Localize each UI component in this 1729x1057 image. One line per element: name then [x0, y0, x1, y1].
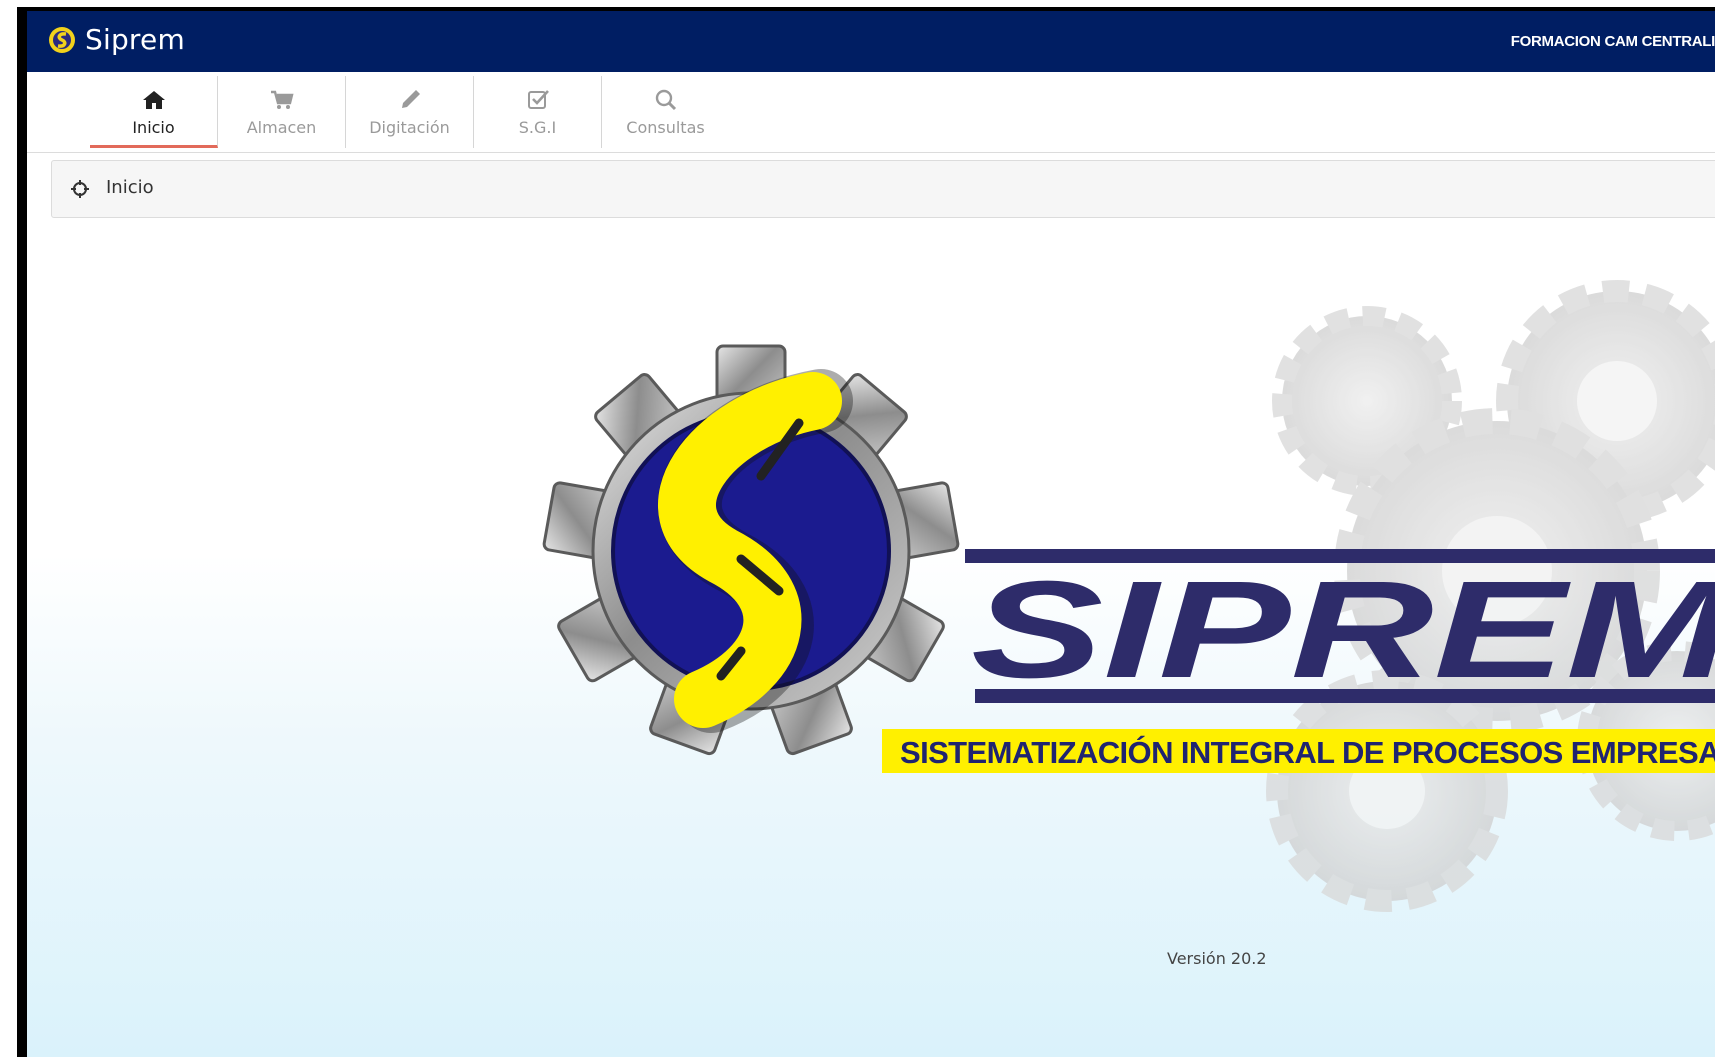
checkbox-icon [527, 90, 549, 109]
version-label: Versión 20.2 [1167, 949, 1267, 968]
user-menu[interactable]: FORMACION CAM CENTRALI [1511, 33, 1715, 50]
nav-tab-consultas[interactable]: Consultas [602, 76, 729, 148]
nav-tab-label: Digitación [369, 118, 450, 137]
app-title: Siprem [85, 23, 185, 56]
pencil-icon [401, 90, 420, 108]
breadcrumb-label[interactable]: Inicio [106, 177, 154, 198]
main-nav: Inicio Almacen Digitación S.G.I Consulta… [27, 72, 1715, 153]
siprem-logo-icon [49, 26, 75, 53]
nav-tab-label: Almacen [246, 118, 317, 137]
brand-link[interactable]: Siprem [47, 23, 185, 56]
screenshot-frame: Siprem FORMACION CAM CENTRALI Inicio Alm… [17, 7, 1715, 1057]
siprem-gear-logo [542, 344, 960, 756]
breadcrumb: Inicio [51, 160, 1715, 218]
app-window: Siprem FORMACION CAM CENTRALI Inicio Alm… [27, 11, 1715, 1057]
crosshair-icon [71, 180, 89, 198]
siprem-wordmark-image: SIPREM [965, 549, 1715, 707]
tagline-banner: SISTEMATIZACIÓN INTEGRAL DE PROCESOS EMP… [882, 729, 1715, 773]
nav-tab-digitacion[interactable]: Digitación [346, 76, 474, 148]
nav-tab-label: Consultas [626, 118, 705, 137]
nav-tab-almacen[interactable]: Almacen [218, 76, 346, 148]
nav-tab-label: S.G.I [518, 118, 557, 137]
home-icon [142, 91, 165, 109]
nav-tab-sgi[interactable]: S.G.I [474, 76, 602, 148]
cart-icon [270, 90, 294, 109]
search-icon [655, 89, 676, 111]
top-bar: Siprem FORMACION CAM CENTRALI [27, 11, 1715, 72]
nav-tab-inicio[interactable]: Inicio [90, 76, 218, 148]
wordmark-text: SIPREM [971, 553, 1715, 707]
tagline-text: SISTEMATIZACIÓN INTEGRAL DE PROCESOS EMP… [900, 735, 1715, 770]
nav-tab-label: Inicio [132, 118, 175, 137]
